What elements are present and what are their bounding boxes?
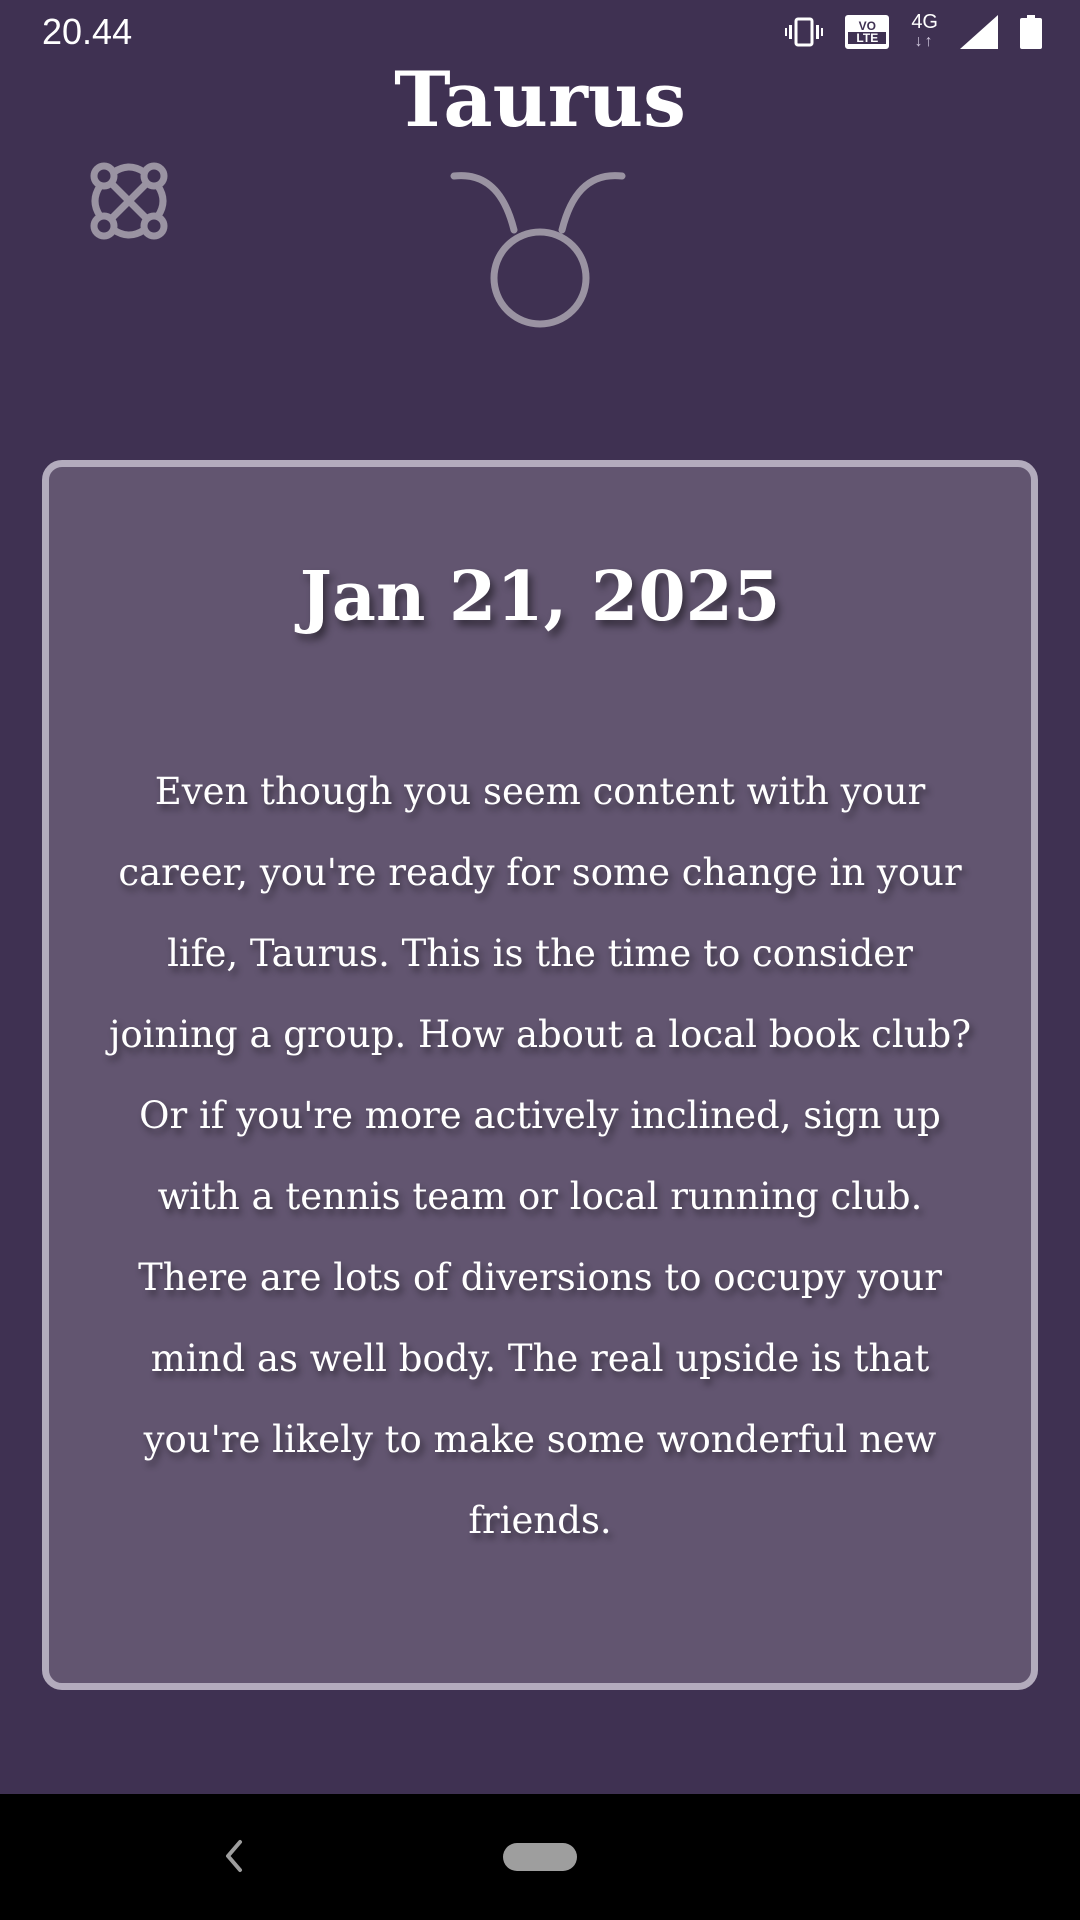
status-time: 20.44 xyxy=(42,11,133,52)
status-icons: VO LTE 4G ↓↑ xyxy=(785,12,1042,52)
network-4g-icon: 4G ↓↑ xyxy=(911,11,938,50)
horoscope-card: Jan 21, 2025 Even though you seem conten… xyxy=(42,460,1038,1690)
back-chevron-icon[interactable] xyxy=(218,1834,248,1878)
navigation-bar xyxy=(0,1794,1080,1920)
page-title: Taurus xyxy=(394,55,686,144)
celtic-knot-icon[interactable] xyxy=(88,160,170,242)
vibrate-icon xyxy=(785,17,824,47)
horoscope-text: Even though you seem content with your c… xyxy=(108,770,972,1542)
horoscope-date: Jan 21, 2025 xyxy=(299,557,781,637)
signal-icon xyxy=(960,15,998,49)
volte-icon: VO LTE xyxy=(845,15,890,49)
battery-icon xyxy=(1020,15,1042,49)
home-pill-icon[interactable] xyxy=(503,1843,577,1871)
taurus-symbol-icon xyxy=(450,172,626,328)
